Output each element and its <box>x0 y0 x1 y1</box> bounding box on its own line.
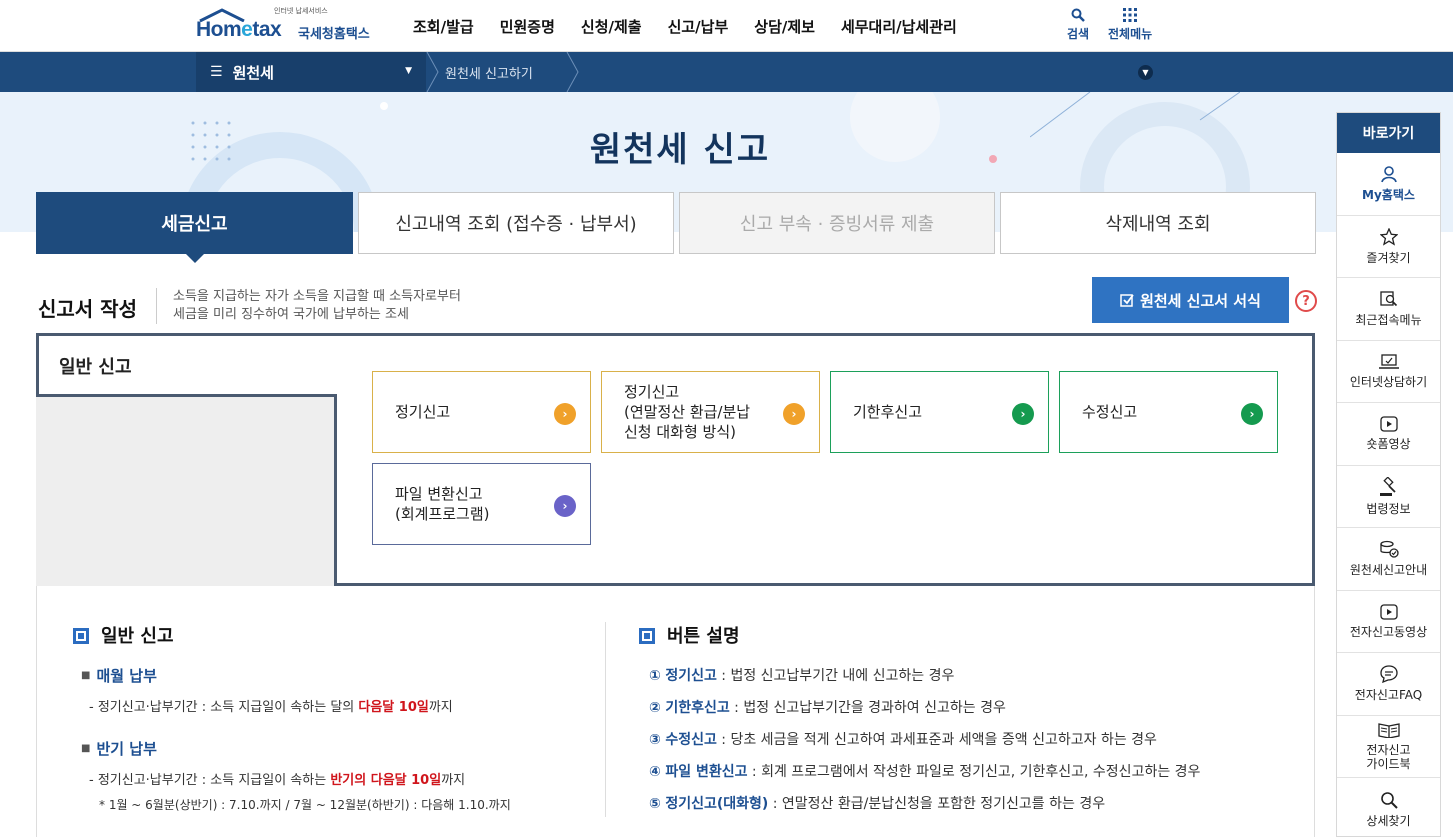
quick-recent-menu[interactable]: 최근접속메뉴 <box>1337 278 1440 341</box>
tab-tax-filing[interactable]: 세금신고 <box>36 192 353 263</box>
info-general-heading: 일반 신고 <box>73 622 174 648</box>
open-book-icon <box>1377 722 1400 738</box>
user-icon <box>1380 166 1397 183</box>
gnb-inquiry[interactable]: 조회/발급 <box>413 16 474 37</box>
filing-side-background <box>36 395 336 586</box>
arrow-right-icon: › <box>783 403 805 425</box>
caret-down-icon: ▼ <box>405 66 412 76</box>
star-icon <box>1379 227 1398 246</box>
gnb-filing[interactable]: 신고/납부 <box>668 16 729 37</box>
laptop-icon <box>1378 354 1399 369</box>
menu-category-select[interactable]: ☰ 원천세 ▼ <box>196 52 426 92</box>
logo-subtitle: 인터넷 납세서비스 <box>274 7 328 15</box>
half-payment-text: - 정기신고·납부기간 : 소득 지급일이 속하는 반기의 다음달 10일까지 <box>89 773 466 788</box>
withholding-form-button[interactable]: 원천세 신고서 서식 <box>1092 277 1289 323</box>
quick-online-consult[interactable]: 인터넷상담하기 <box>1337 341 1440 403</box>
button-desc-item: ① 정기신고 : 법정 신고납부기간 내에 신고하는 경우 <box>649 668 955 684</box>
quick-my-hometax[interactable]: My홈택스 <box>1337 153 1440 216</box>
logo-name: 국세청홈택스 <box>298 27 370 42</box>
quick-law-info[interactable]: 법령정보 <box>1337 466 1440 528</box>
gavel-icon <box>1379 476 1396 496</box>
button-desc-item: ④ 파일 변환신고 : 회계 프로그램에서 작성한 파일로 정기신고, 기한후신… <box>649 764 1201 780</box>
arrow-right-icon: › <box>1241 403 1263 425</box>
tab-deleted-history[interactable]: 삭제내역 조회 <box>1000 192 1316 254</box>
help-icon[interactable]: ? <box>1295 290 1317 312</box>
arrow-right-icon: › <box>554 403 576 425</box>
amended-filing-button[interactable]: 수정신고 › <box>1059 371 1278 453</box>
breadcrumb-dropdown-icon[interactable]: ▼ <box>1138 65 1153 80</box>
top-header: 인터넷 납세서비스 Hometax 국세청홈택스 조회/발급 민원증명 신청/제… <box>0 0 1453 52</box>
gnb-agent[interactable]: 세무대리/납세관리 <box>841 16 957 37</box>
square-bullet-icon <box>73 628 89 644</box>
all-menu-button[interactable]: 전체메뉴 <box>1108 8 1152 42</box>
search-icon <box>1071 8 1085 22</box>
quick-menu: 바로가기 My홈택스 즐겨찾기 최근접속메뉴 인터넷상담하기 숏폼영상 법령정보… <box>1336 112 1441 837</box>
tab-filing-history[interactable]: 신고내역 조회 (접수증 · 납부서) <box>358 192 674 254</box>
tab-attachment-submit[interactable]: 신고 부속 · 증빙서류 제출 <box>679 192 995 254</box>
info-divider <box>605 622 606 817</box>
gnb-application[interactable]: 신청/제출 <box>581 16 642 37</box>
form-check-icon <box>1120 294 1134 307</box>
quick-favorites[interactable]: 즐겨찾기 <box>1337 216 1440 278</box>
quick-withholding-guide[interactable]: 원천세신고안내 <box>1337 528 1440 591</box>
file-conversion-filing-button[interactable]: 파일 변환신고 (회계프로그램) › <box>372 463 591 545</box>
global-nav: 조회/발급 민원증명 신청/제출 신고/납부 상담/제보 세무대리/납세관리 <box>400 0 970 52</box>
search-icon <box>1380 791 1398 809</box>
play-video-icon <box>1379 416 1398 432</box>
chat-bubble-icon <box>1379 665 1398 684</box>
quick-detail-search[interactable]: 상세찾기 <box>1337 778 1440 837</box>
quick-shortform-video[interactable]: 숏폼영상 <box>1337 403 1440 466</box>
grid-menu-icon <box>1123 8 1138 22</box>
section-description: 소득을 지급하는 자가 소득을 지급할 때 소득자로부터 세금을 미리 징수하여… <box>156 288 461 324</box>
monthly-payment-text: - 정기신고·납부기간 : 소득 지급일이 속하는 달의 다음달 10일까지 <box>89 700 453 715</box>
regular-filing-button[interactable]: 정기신고 › <box>372 371 591 453</box>
hamburger-icon: ☰ <box>210 64 223 80</box>
chevron-separator-icon <box>426 52 439 92</box>
quick-e-filing-guidebook[interactable]: 전자신고 가이드북 <box>1337 716 1440 778</box>
late-filing-button[interactable]: 기한후신고 › <box>830 371 1049 453</box>
arrow-right-icon: › <box>554 495 576 517</box>
breadcrumb-current[interactable]: 원천세 신고하기 <box>445 52 533 92</box>
logo-wordmark: Hometax <box>196 18 282 41</box>
search-button[interactable]: 검색 <box>1067 8 1089 42</box>
location-bar: ☰ 원천세 ▼ 원천세 신고하기 ▼ <box>0 52 1453 92</box>
gnb-consult[interactable]: 상담/제보 <box>754 16 815 37</box>
coins-check-icon <box>1379 541 1399 558</box>
regular-dialog-filing-button[interactable]: 정기신고 (연말정산 환급/분납 신청 대화형 방식) › <box>601 371 820 453</box>
button-desc-item: ② 기한후신고 : 법정 신고납부기간을 경과하여 신고하는 경우 <box>649 700 1006 716</box>
arrow-right-icon: › <box>1012 403 1034 425</box>
filing-info-panel: 일반 신고 ■ 매월 납부 - 정기신고·납부기간 : 소득 지급일이 속하는 달… <box>36 586 1315 837</box>
recent-search-icon <box>1379 291 1397 307</box>
half-payment-note: * 1월 ~ 6월분(상반기) : 7.10.까지 / 7월 ~ 12월분(하반… <box>99 798 511 812</box>
play-video-icon <box>1379 604 1398 620</box>
gnb-certificate[interactable]: 민원증명 <box>500 16 555 37</box>
square-bullet-icon <box>639 628 655 644</box>
quick-e-filing-faq[interactable]: 전자신고FAQ <box>1337 653 1440 716</box>
active-tab-pointer <box>184 253 205 263</box>
button-desc-item: ③ 수정신고 : 당초 세금을 적게 신고하여 과세표준과 세액을 증액 신고하… <box>649 732 1157 748</box>
monthly-payment-heading: ■ 매월 납부 <box>81 667 157 685</box>
chevron-separator-icon <box>566 52 579 92</box>
quick-menu-title: 바로가기 <box>1337 113 1440 153</box>
button-desc-item: ⑤ 정기신고(대화형) : 연말정산 환급/분납신청을 포함한 정기신고를 하는… <box>649 796 1106 812</box>
subtab-general-filing[interactable]: 일반 신고 <box>36 333 337 397</box>
info-button-heading: 버튼 설명 <box>639 622 740 648</box>
hometax-logo[interactable]: 인터넷 납세서비스 Hometax 국세청홈택스 <box>196 6 381 46</box>
section-title: 신고서 작성 <box>38 297 137 321</box>
decor-dot <box>380 102 388 110</box>
quick-e-filing-video[interactable]: 전자신고동영상 <box>1337 591 1440 653</box>
page-title: 원천세 신고 <box>589 130 771 170</box>
half-payment-heading: ■ 반기 납부 <box>81 740 157 758</box>
